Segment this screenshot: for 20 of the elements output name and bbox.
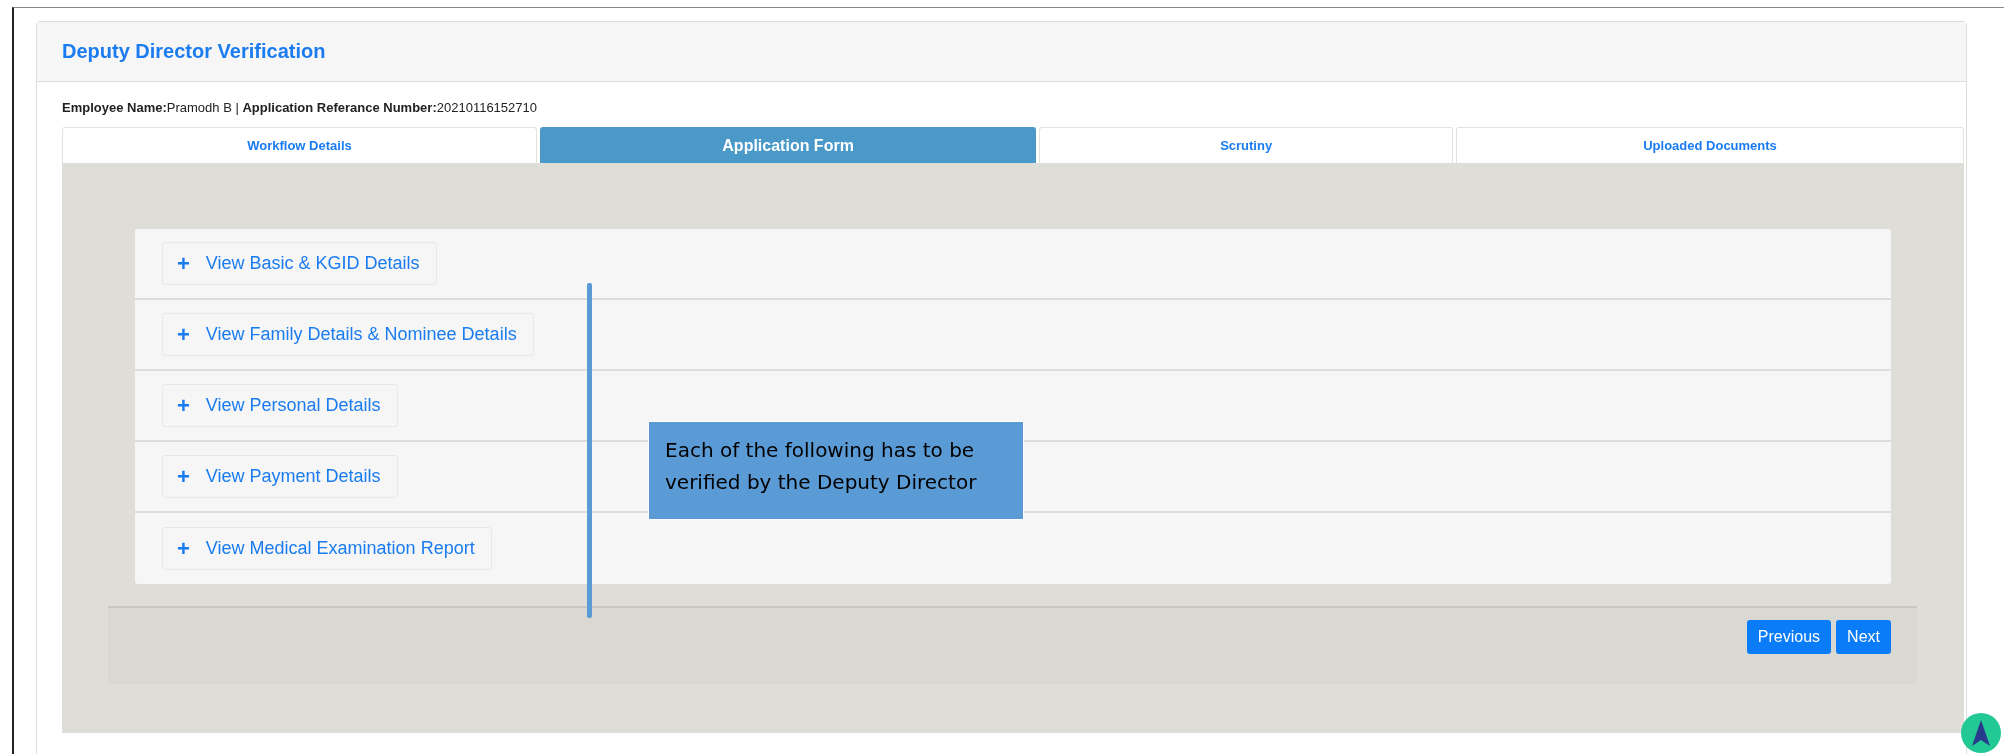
section-toggle[interactable]: + View Medical Examination Report bbox=[162, 527, 492, 570]
nav-button[interactable]: Previous bbox=[1746, 620, 1832, 654]
arrow-icon[interactable] bbox=[1960, 712, 2002, 754]
plus-icon: + bbox=[177, 325, 190, 344]
tab[interactable]: Workflow Details bbox=[62, 127, 537, 163]
employee-info: Employee Name:Pramodh B | Application Referance Number:20210116152710 bbox=[62, 99, 538, 117]
section-toggle[interactable]: + View Basic & KGID Details bbox=[162, 242, 437, 285]
plus-icon: + bbox=[177, 539, 190, 558]
section-toggle[interactable]: + View Family Details & Nominee Details bbox=[162, 313, 534, 356]
nav-button[interactable]: Next bbox=[1836, 620, 1891, 654]
tab[interactable]: Scrutiny bbox=[1039, 127, 1454, 163]
section-toggle[interactable]: + View Payment Details bbox=[162, 455, 398, 498]
section-toggle[interactable]: + View Personal Details bbox=[162, 384, 398, 427]
panel-title: Deputy Director Verification bbox=[62, 40, 326, 63]
tab[interactable]: Application Form bbox=[539, 127, 1037, 163]
plus-icon: + bbox=[177, 254, 190, 273]
plus-icon: + bbox=[177, 467, 190, 486]
tab[interactable]: Uploaded Documents bbox=[1456, 127, 1964, 163]
plus-icon: + bbox=[177, 396, 190, 415]
annotation-callout: Each of the following has to be verified by the Deputy Director bbox=[648, 421, 1024, 520]
